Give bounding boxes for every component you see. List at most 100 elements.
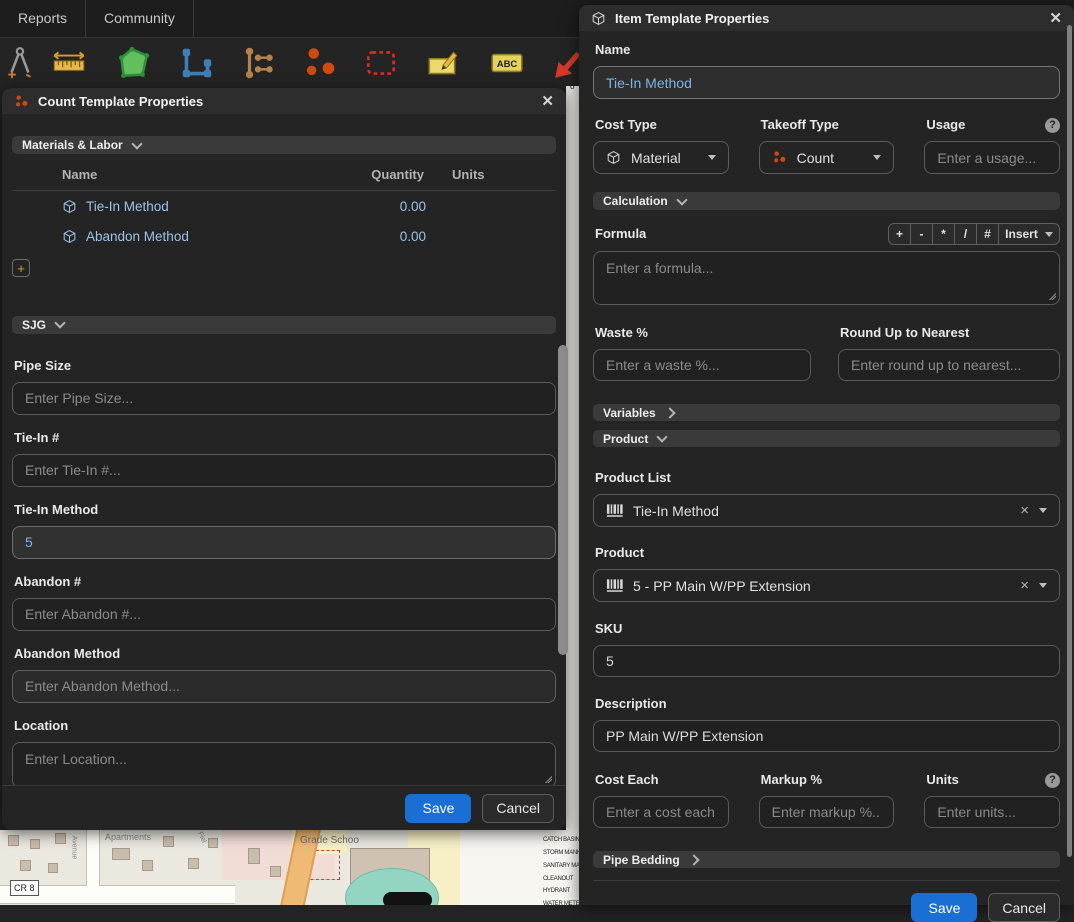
location-textarea[interactable] — [12, 741, 556, 788]
menu-community[interactable]: Community — [86, 0, 194, 37]
ruler-tool-icon[interactable] — [50, 44, 88, 82]
legend-item: CLEANOUT — [543, 876, 574, 882]
table-row: Abandon Method 0.00 — [12, 221, 556, 251]
op-divide-button[interactable]: / — [954, 223, 977, 245]
item-link[interactable]: Tie-In Method — [86, 199, 169, 214]
resize-handle-icon[interactable] — [543, 774, 552, 783]
legend-item: SANITARY MA — [543, 863, 580, 869]
insert-dropdown-button[interactable]: Insert — [998, 223, 1060, 245]
chevron-down-icon — [54, 317, 66, 329]
resize-handle-icon[interactable] — [1047, 291, 1056, 300]
usage-input[interactable] — [924, 141, 1060, 174]
note-tool-icon[interactable] — [424, 44, 462, 82]
count-dots-tool-icon[interactable] — [300, 44, 338, 82]
count-template-properties-panel: Count Template Properties ✕ Materials & … — [2, 88, 568, 830]
save-button[interactable]: Save — [911, 893, 978, 922]
cancel-button[interactable]: Cancel — [988, 893, 1060, 922]
sku-label: SKU — [595, 621, 623, 636]
scale-compass-tool-icon[interactable] — [2, 44, 40, 82]
barcode-icon — [606, 503, 623, 517]
section-label: Pipe Bedding — [603, 852, 680, 867]
cancel-button[interactable]: Cancel — [482, 793, 554, 823]
units-input[interactable] — [924, 796, 1060, 828]
close-icon[interactable]: ✕ — [541, 94, 554, 109]
svg-text:ABC: ABC — [497, 59, 518, 70]
clipped-page-text: o — [570, 82, 575, 91]
col-header-quantity: Quantity — [371, 167, 424, 182]
close-icon[interactable]: ✕ — [1049, 11, 1062, 26]
takeoff-type-dropdown[interactable]: Count — [758, 141, 895, 174]
item-template-properties-panel: Item Template Properties ✕ Name Cost Typ… — [579, 5, 1074, 922]
section-label: SJG — [22, 317, 47, 332]
product-select[interactable]: 5 - PP Main W/PP Extension × — [593, 569, 1060, 602]
help-icon[interactable]: ? — [1045, 772, 1060, 788]
rectangle-annotation-tool-icon[interactable] — [362, 44, 400, 82]
help-icon[interactable]: ? — [1045, 117, 1060, 133]
item-panel-scrollbar[interactable] — [1067, 25, 1072, 857]
clear-icon[interactable]: × — [1020, 502, 1029, 519]
sku-input[interactable] — [593, 645, 1060, 677]
op-hash-button[interactable]: # — [976, 223, 999, 245]
product-label: Product — [595, 545, 645, 560]
chevron-right-icon — [688, 853, 700, 866]
items-table-header: Name Quantity Units — [12, 167, 556, 191]
cost-each-label: Cost Each — [595, 772, 659, 787]
waste-input[interactable] — [593, 349, 811, 381]
formula-operator-group: + - * / # Insert — [888, 223, 1060, 245]
section-calculation[interactable]: Calculation — [593, 192, 1060, 210]
menu-reports[interactable]: Reports — [0, 0, 87, 37]
section-materials-labor[interactable]: Materials & Labor — [12, 136, 556, 154]
product-list-select[interactable]: Tie-In Method × — [593, 494, 1060, 527]
section-pipe-bedding[interactable]: Pipe Bedding — [593, 851, 1060, 868]
section-variables[interactable]: Variables — [593, 404, 1060, 421]
cube-icon — [592, 11, 605, 25]
location-label: Location — [14, 717, 69, 733]
section-product[interactable]: Product — [593, 430, 1060, 447]
abandon-method-input[interactable] — [12, 669, 556, 703]
legend-item: WATER METE — [543, 901, 580, 907]
text-label-tool-icon[interactable]: ABC — [488, 44, 526, 82]
add-item-button[interactable]: + — [12, 259, 30, 277]
area-polygon-tool-icon[interactable] — [114, 44, 152, 82]
map-label-field: Fiel — [196, 830, 208, 845]
op-plus-button[interactable]: + — [888, 223, 911, 245]
table-row: Tie-In Method 0.00 — [12, 191, 556, 221]
takeoff-type-label: Takeoff Type — [760, 117, 839, 132]
save-button[interactable]: Save — [405, 793, 472, 823]
formula-textarea[interactable] — [593, 251, 1060, 305]
map-label-grade-school: Grade Schoo — [300, 835, 359, 846]
chevron-down-icon — [873, 155, 882, 160]
abandon-number-input[interactable] — [12, 597, 556, 631]
tie-in-number-label: Tie-In # — [14, 429, 60, 445]
pipe-size-input[interactable] — [12, 381, 556, 415]
polyline-tool-icon[interactable] — [178, 44, 216, 82]
section-label: Variables — [603, 405, 656, 420]
chevron-down-icon — [131, 137, 143, 150]
count-panel-scrollbar[interactable] — [558, 345, 568, 655]
round-up-input[interactable] — [838, 349, 1060, 381]
markup-input[interactable] — [758, 796, 895, 828]
product-value: 5 - PP Main W/PP Extension — [633, 577, 811, 594]
name-label: Name — [595, 42, 631, 57]
clear-icon[interactable]: × — [1020, 577, 1029, 594]
count-panel-footer: Save Cancel — [2, 785, 566, 830]
tie-in-method-input[interactable] — [12, 525, 556, 559]
segment-count-tool-icon[interactable] — [240, 44, 278, 82]
cube-icon — [63, 229, 76, 243]
name-input[interactable] — [593, 66, 1060, 99]
section-label: Calculation — [603, 194, 668, 208]
cost-each-input[interactable] — [593, 796, 729, 828]
cube-icon — [63, 199, 76, 213]
section-sjg[interactable]: SJG — [12, 315, 556, 334]
item-quantity: 0.00 — [399, 228, 426, 244]
panel-title: Item Template Properties — [615, 10, 770, 26]
tie-in-number-input[interactable] — [12, 453, 556, 487]
op-multiply-button[interactable]: * — [932, 223, 955, 245]
legend-item: CATCH BASIN — [543, 837, 580, 843]
chevron-down-icon — [707, 155, 716, 160]
op-minus-button[interactable]: - — [910, 223, 933, 245]
item-link[interactable]: Abandon Method — [86, 229, 189, 244]
description-input[interactable] — [593, 720, 1060, 752]
cost-type-dropdown[interactable]: Material — [593, 141, 729, 174]
chevron-down-icon — [1039, 583, 1047, 588]
